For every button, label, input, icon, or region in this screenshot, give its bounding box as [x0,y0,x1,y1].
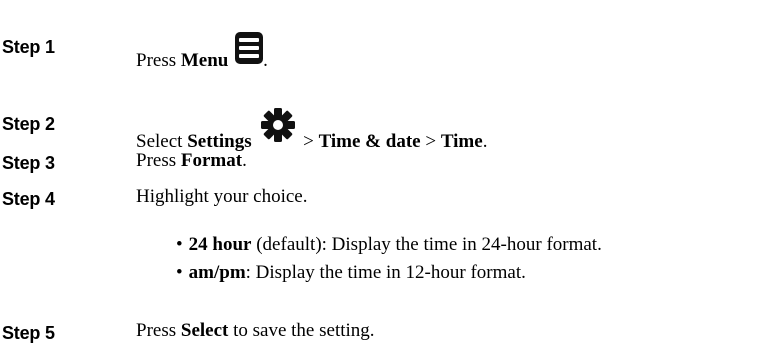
step-2-pre: Select [136,131,188,152]
step-2-sep2: > [420,131,441,152]
option-24-hour-term: 24 hour [188,234,252,255]
step-2-post: . [482,131,488,152]
step-3-post: . [242,150,247,171]
step-1-label: Step 1 [2,37,55,57]
option-am-pm-desc: : Display the time in 12-hour format. [245,262,526,283]
menu-icon [235,32,264,70]
step-2-sep1: > [298,131,319,152]
step-2-label: Step 2 [2,114,55,134]
step-5-post: to save the setting. [228,320,375,341]
list-item: • 24 hour (default): Display the time in … [176,234,602,256]
step-1-pre: Press [136,50,181,71]
step-5-label: Step 5 [2,323,55,343]
step-4-label: Step 4 [2,189,55,209]
step-2-time-term: Time [440,131,483,152]
step-4-text: Highlight your choice. [136,186,308,207]
step-1-menu-term: Menu [180,50,229,71]
list-item: • am/pm: Display the time in 12-hour form… [176,262,526,284]
step-3-pre: Press [136,150,181,171]
step-3-format-term: Format [180,150,243,171]
step-5-pre: Press [136,320,181,341]
step-3-label: Step 3 [2,153,55,173]
option-am-pm-term: am/pm [188,262,246,283]
bullet-glyph: • [176,262,183,283]
step-1-text: Press Menu . [136,32,268,72]
settings-gear-icon [260,107,296,149]
step-5-text: Press Select to save the setting. [136,320,375,342]
step-2-time-date-term: Time & date [318,131,421,152]
option-24-hour-desc: (default): Display the time in 24-hour f… [251,234,602,255]
step-3-text: Press Format. [136,150,247,172]
step-2-text: Select Settings > Time & date > Time. [136,108,488,153]
step-5-select-term: Select [180,320,229,341]
step-1-post: . [263,50,268,71]
bullet-glyph: • [176,234,183,255]
step-2-settings-term: Settings [187,131,252,152]
